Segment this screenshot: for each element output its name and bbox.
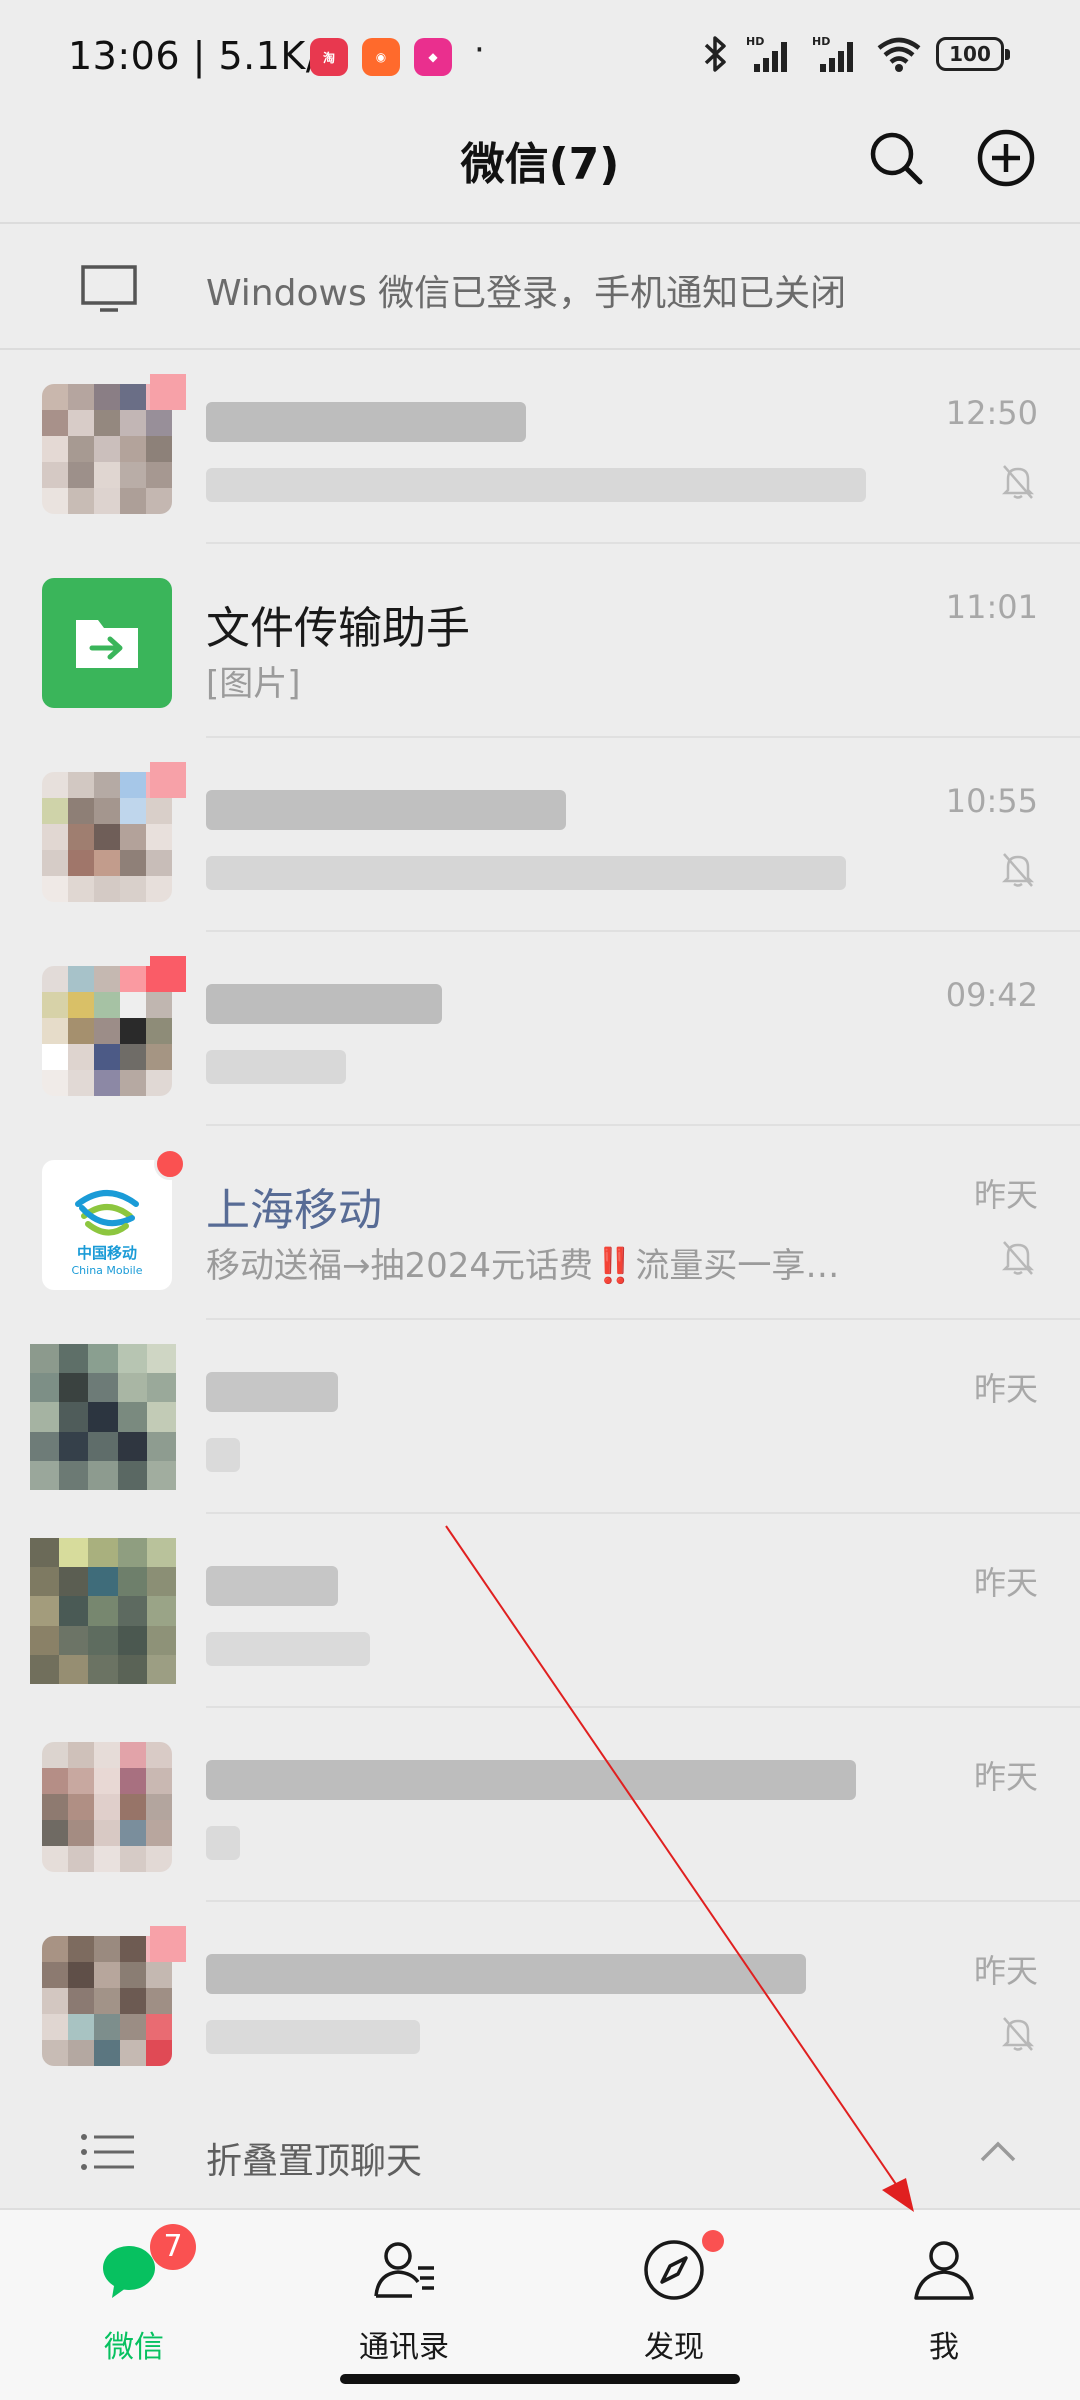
svg-text:HD: HD (746, 35, 764, 48)
china-mobile-logo-icon: 中国移动 China Mobile (71, 1190, 143, 1277)
chat-name: 文件传输助手 (206, 603, 470, 654)
home-indicator[interactable] (340, 2374, 740, 2384)
plus-circle-icon (977, 129, 1035, 187)
shopping-app-icon: ◆ (414, 38, 452, 76)
chat-item[interactable]: 昨天 (0, 1320, 1080, 1514)
banner-text: Windows 微信已登录，手机通知已关闭 (206, 273, 847, 314)
avatar (42, 1742, 172, 1872)
search-icon (870, 132, 923, 185)
unread-marker (150, 374, 186, 410)
chevron-up-icon[interactable] (978, 2136, 1018, 2164)
status-bar: 13:06 | 5.1K/s 淘 ◉ ◆ · HD HD 100 (0, 0, 1080, 112)
folder-arrow-icon (76, 620, 138, 668)
avatar (30, 1344, 176, 1490)
unread-marker (150, 1926, 186, 1962)
chat-preview: 移动送福→抽2024元话费‼️流量买一享… (206, 1246, 840, 1286)
chat-item[interactable]: 09:42 (0, 932, 1080, 1126)
chat-item[interactable]: 昨天 (0, 1902, 1080, 2096)
chat-name: 上海移动 (206, 1185, 382, 1236)
chat-time: 昨天 (973, 1758, 1038, 1796)
tab-bar: 7 微信 通讯录 发现 我 (0, 2208, 1080, 2400)
chat-item-shanghai-mobile[interactable]: 中国移动 China Mobile 上海移动 移动送福→抽2024元话费‼️流量… (0, 1126, 1080, 1320)
chat-item-file-transfer[interactable]: 文件传输助手 [图片] 11:01 (0, 544, 1080, 738)
china-mobile-avatar: 中国移动 China Mobile (42, 1160, 172, 1290)
chat-time: 09:42 (945, 976, 1038, 1014)
battery-icon: 100 (936, 37, 1010, 71)
tab-chats[interactable]: 7 微信 (34, 2224, 234, 2370)
nav-bar: 微信(7) (0, 112, 1080, 222)
tab-label: 通讯录 (359, 2330, 449, 2365)
chat-item[interactable]: 昨天 (0, 1514, 1080, 1708)
chat-time: 昨天 (973, 1952, 1038, 1990)
contacts-icon (374, 2242, 434, 2298)
person-icon (914, 2241, 974, 2300)
chat-time: 昨天 (973, 1564, 1038, 1602)
mute-bell-icon (1001, 1241, 1035, 1275)
chat-time: 11:01 (945, 588, 1038, 626)
svg-text:HD: HD (812, 35, 830, 48)
add-button[interactable] (974, 126, 1038, 190)
bluetooth-icon (704, 36, 726, 72)
tab-label: 发现 (644, 2330, 704, 2365)
signal-hd-icon-2: HD (812, 35, 853, 72)
search-button[interactable] (864, 126, 928, 190)
chat-time: 昨天 (973, 1370, 1038, 1408)
file-transfer-avatar (42, 578, 172, 708)
folded-pinned-chats[interactable]: 折叠置顶聊天 (0, 2096, 1080, 2208)
notification-dot (702, 2230, 724, 2252)
svg-text:China Mobile: China Mobile (71, 1264, 142, 1277)
chat-list: 12:50 文件传输助手 [图片] 11:01 10:55 09:42 中国移动… (0, 350, 1080, 2096)
chat-item[interactable]: 10:55 (0, 738, 1080, 932)
taobao-app-icon: 淘 (310, 38, 348, 76)
unread-badge: 7 (150, 2224, 196, 2270)
mute-bell-icon (1001, 2017, 1035, 2051)
store-app-icon: ◉ (362, 38, 400, 76)
tab-label: 微信 (104, 2330, 164, 2365)
status-app-icons: 淘 ◉ ◆ (310, 38, 452, 76)
mute-bell-icon (1001, 853, 1035, 887)
unread-marker (150, 762, 186, 798)
chat-item[interactable]: 12:50 (0, 350, 1080, 544)
tab-contacts[interactable]: 通讯录 (304, 2230, 504, 2370)
chat-preview: [图片] (206, 664, 301, 704)
svg-text:中国移动: 中国移动 (77, 1244, 137, 1262)
mute-bell-icon (1001, 465, 1035, 499)
avatar (30, 1538, 176, 1684)
chat-time: 昨天 (973, 1176, 1038, 1214)
list-icon (81, 2134, 134, 2170)
tab-label: 我 (929, 2330, 959, 2365)
windows-login-banner[interactable]: Windows 微信已登录，手机通知已关闭 (0, 222, 1080, 350)
tab-me[interactable]: 我 (844, 2230, 1044, 2370)
unread-marker (150, 956, 186, 992)
chat-time: 10:55 (945, 782, 1038, 820)
unread-dot (154, 1148, 186, 1180)
signal-hd-icon: HD (746, 35, 787, 72)
monitor-icon (81, 265, 137, 312)
status-time: 13:06 | 5.1K/s (68, 34, 340, 78)
wifi-icon (877, 37, 921, 72)
fold-label: 折叠置顶聊天 (206, 2141, 423, 2182)
status-more-dot: · (474, 30, 485, 70)
status-right-icons: HD HD 100 (700, 34, 1010, 74)
compass-icon (644, 2240, 704, 2300)
chat-time: 12:50 (945, 394, 1038, 432)
chat-item[interactable]: 昨天 (0, 1708, 1080, 1902)
tab-discover[interactable]: 发现 (574, 2230, 774, 2370)
